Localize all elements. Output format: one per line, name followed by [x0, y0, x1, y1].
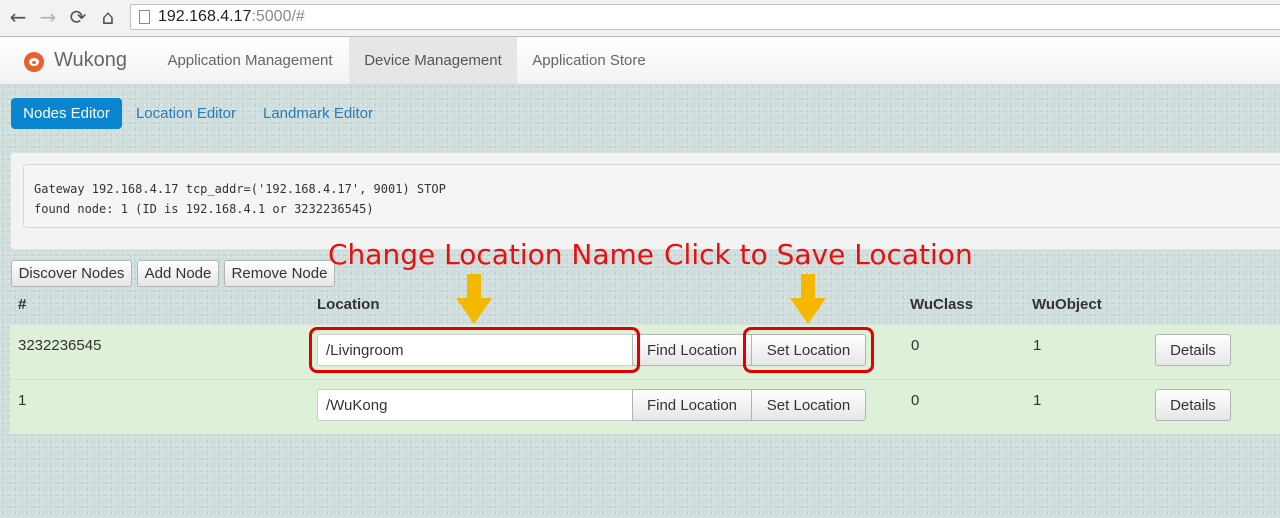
- details-button[interactable]: Details: [1155, 389, 1231, 421]
- url-host: 192.168.4.17: [158, 8, 252, 25]
- nav-application-store[interactable]: Application Store: [521, 37, 657, 84]
- address-bar[interactable]: 192.168.4.17:5000/#: [130, 4, 1280, 30]
- column-header-id: #: [18, 296, 27, 313]
- down-arrow-icon: [790, 274, 826, 324]
- nav-application-management[interactable]: Application Management: [155, 37, 345, 84]
- tab-location-editor[interactable]: Location Editor: [126, 98, 246, 129]
- url-port-path: :5000/#: [251, 8, 305, 25]
- annotation-save-location: Click to Save Location: [664, 238, 973, 271]
- reload-icon[interactable]: ⟳: [66, 4, 90, 30]
- column-header-wuclass: WuClass: [910, 296, 974, 313]
- wuobject-value: 1: [1033, 392, 1042, 409]
- highlight-location-input: [309, 327, 640, 373]
- location-input[interactable]: [317, 389, 633, 421]
- log-line: found node: 1 (ID is 192.168.4.1 or 3232…: [34, 202, 374, 216]
- remove-node-button[interactable]: Remove Node: [224, 260, 335, 287]
- nav-device-management[interactable]: Device Management: [349, 37, 517, 84]
- brand[interactable]: Wukong: [24, 37, 127, 84]
- add-node-button[interactable]: Add Node: [137, 260, 219, 287]
- details-button[interactable]: Details: [1155, 334, 1231, 366]
- page-icon: [139, 10, 150, 24]
- forward-icon[interactable]: →: [36, 4, 60, 30]
- log-line: Gateway 192.168.4.17 tcp_addr=('192.168.…: [34, 182, 446, 196]
- home-icon[interactable]: ⌂: [96, 4, 120, 30]
- set-location-button[interactable]: Set Location: [751, 389, 866, 421]
- highlight-set-location: [743, 327, 874, 373]
- find-location-button[interactable]: Find Location: [632, 334, 752, 366]
- node-id: 3232236545: [18, 337, 102, 354]
- app-navbar: Wukong Application Management Device Man…: [0, 37, 1280, 85]
- wuclass-value: 0: [911, 337, 920, 354]
- log-panel: Gateway 192.168.4.17 tcp_addr=('192.168.…: [10, 152, 1280, 250]
- node-id: 1: [18, 392, 27, 409]
- browser-toolbar: ← → ⟳ ⌂ 192.168.4.17:5000/#: [0, 0, 1280, 37]
- find-location-button[interactable]: Find Location: [632, 389, 752, 421]
- tab-landmark-editor[interactable]: Landmark Editor: [252, 98, 384, 129]
- wuclass-value: 0: [911, 392, 920, 409]
- column-header-wuobject: WuObject: [1032, 296, 1102, 313]
- column-header-location: Location: [317, 296, 380, 313]
- brand-name: Wukong: [54, 49, 128, 71]
- back-icon[interactable]: ←: [6, 4, 30, 30]
- log-output: Gateway 192.168.4.17 tcp_addr=('192.168.…: [23, 164, 1280, 228]
- wukong-logo-icon: [24, 51, 44, 72]
- tab-nodes-editor[interactable]: Nodes Editor: [11, 98, 122, 129]
- wuobject-value: 1: [1033, 337, 1042, 354]
- discover-nodes-button[interactable]: Discover Nodes: [11, 260, 132, 287]
- annotation-change-location: Change Location Name: [328, 238, 655, 271]
- down-arrow-icon: [456, 274, 492, 324]
